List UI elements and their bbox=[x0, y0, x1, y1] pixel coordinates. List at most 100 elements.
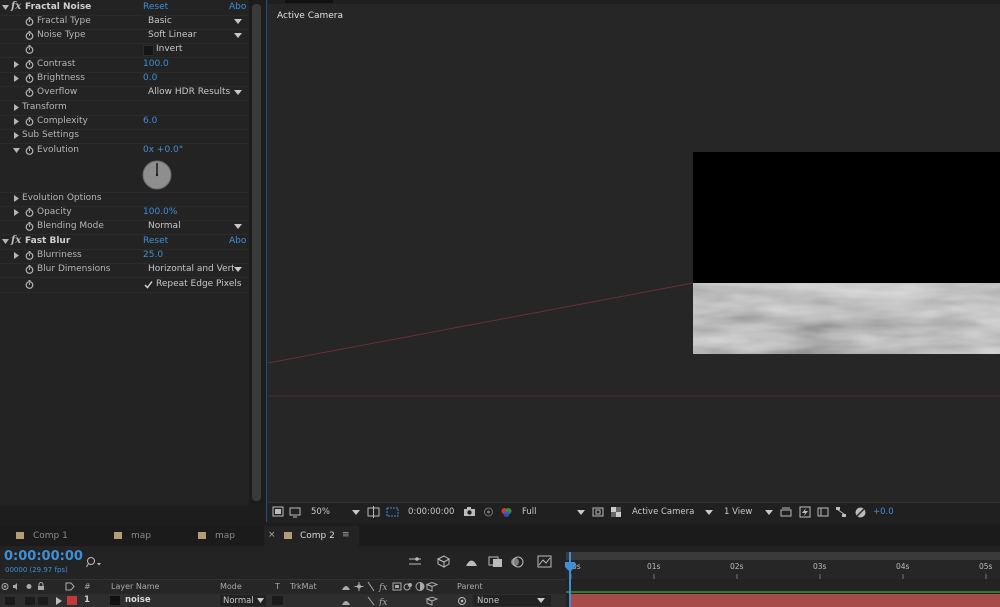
blur-dimensions-dropdown[interactable]: Horizontal and Vertical bbox=[143, 263, 245, 276]
tab-menu-icon[interactable]: ≡ bbox=[342, 530, 350, 540]
video-toggle[interactable] bbox=[5, 597, 15, 605]
timeline-icon[interactable] bbox=[817, 506, 829, 518]
stopwatch-icon[interactable] bbox=[25, 117, 34, 126]
always-preview-icon[interactable] bbox=[272, 506, 284, 518]
pick-whip-icon[interactable] bbox=[457, 596, 467, 606]
col-layer-name[interactable]: Layer Name bbox=[111, 582, 159, 591]
about-link[interactable]: Abo bbox=[229, 236, 246, 246]
stopwatch-icon[interactable] bbox=[25, 208, 34, 217]
safe-zones-icon[interactable] bbox=[367, 506, 380, 518]
effect-panel-scrollbar-thumb[interactable] bbox=[252, 4, 261, 501]
blurriness-value[interactable]: 25.0 bbox=[143, 250, 163, 260]
twirl-right-icon[interactable] bbox=[13, 195, 20, 202]
reset-link[interactable]: Reset bbox=[143, 236, 168, 246]
twirl-right-icon[interactable] bbox=[13, 61, 20, 68]
draft-3d-icon[interactable] bbox=[436, 554, 451, 569]
layer-duration-bar[interactable] bbox=[570, 594, 1000, 607]
close-tab-icon[interactable]: × bbox=[268, 530, 276, 540]
hide-shy-layers-icon[interactable] bbox=[464, 555, 479, 568]
comp-mini-flowchart-icon[interactable] bbox=[408, 555, 423, 568]
parent-dropdown[interactable]: None bbox=[473, 595, 551, 606]
snapshot-camera-icon[interactable] bbox=[463, 506, 476, 518]
stopwatch-icon[interactable] bbox=[25, 60, 34, 69]
tab-comp-1[interactable]: Comp 1 bbox=[0, 526, 96, 546]
camera-dropdown-icon[interactable] bbox=[705, 510, 713, 515]
reset-link[interactable]: Reset bbox=[143, 2, 168, 12]
graph-editor-icon[interactable] bbox=[537, 555, 552, 568]
contrast-value[interactable]: 100.0 bbox=[143, 59, 169, 69]
brightness-value[interactable]: 0.0 bbox=[143, 73, 157, 83]
layer-mode-dropdown[interactable]: Normal bbox=[220, 595, 266, 606]
overflow-dropdown[interactable]: Allow HDR Results bbox=[143, 86, 245, 99]
layer-switches-icons[interactable]: fx bbox=[341, 581, 441, 592]
twirl-down-icon[interactable] bbox=[13, 147, 20, 154]
preserve-transparency-toggle[interactable] bbox=[272, 596, 283, 605]
timeline-current-time[interactable]: 0:00:00:00 bbox=[4, 549, 83, 564]
frame-blending-icon[interactable] bbox=[488, 555, 503, 568]
twirl-right-icon[interactable] bbox=[13, 118, 20, 125]
stopwatch-icon[interactable] bbox=[25, 222, 34, 231]
zoom-dropdown-icon[interactable] bbox=[352, 510, 360, 515]
evolution-angle-dial[interactable] bbox=[142, 160, 172, 190]
prop-group-transform[interactable]: Transform bbox=[0, 101, 249, 116]
evolution-value[interactable]: 0x +0.0° bbox=[143, 145, 183, 155]
stopwatch-icon[interactable] bbox=[25, 146, 34, 155]
twirl-right-icon[interactable] bbox=[13, 252, 20, 259]
view-layout-value[interactable]: 1 View bbox=[724, 507, 752, 517]
view-layout-dropdown-icon[interactable] bbox=[765, 510, 773, 515]
prop-group-sub-settings[interactable]: Sub Settings bbox=[0, 129, 249, 144]
exposure-value[interactable]: +0.0 bbox=[873, 507, 894, 517]
viewer-timecode[interactable]: 0:00:00:00 bbox=[408, 507, 454, 517]
blending-mode-dropdown[interactable]: Normal bbox=[143, 220, 245, 233]
lock-toggle[interactable] bbox=[38, 597, 48, 605]
stopwatch-icon[interactable] bbox=[25, 265, 34, 274]
stopwatch-icon[interactable] bbox=[25, 251, 34, 260]
layer-twirl-right-icon[interactable] bbox=[55, 597, 63, 605]
stopwatch-icon[interactable] bbox=[25, 17, 34, 26]
work-area-bar[interactable] bbox=[566, 552, 1000, 560]
resolution-dropdown-icon[interactable] bbox=[577, 510, 585, 515]
solo-toggle[interactable] bbox=[25, 597, 35, 605]
stopwatch-icon[interactable] bbox=[25, 280, 34, 289]
stopwatch-icon[interactable] bbox=[25, 45, 34, 54]
about-link[interactable]: Abo bbox=[229, 2, 246, 12]
invert-checkbox[interactable] bbox=[143, 45, 154, 56]
effect-header-fractal-noise[interactable]: fx Fractal Noise Reset Abo bbox=[0, 1, 249, 16]
twirl-down-icon[interactable] bbox=[2, 4, 9, 11]
region-of-interest-icon[interactable] bbox=[592, 506, 604, 518]
resolution-value[interactable]: Full bbox=[522, 507, 537, 517]
layer-name[interactable]: noise bbox=[125, 595, 151, 605]
zoom-value[interactable]: 50% bbox=[311, 507, 330, 517]
stopwatch-icon[interactable] bbox=[25, 88, 34, 97]
toggle-pixel-aspect-icon[interactable] bbox=[780, 506, 792, 518]
motion-blur-icon[interactable] bbox=[510, 555, 524, 569]
current-time-indicator[interactable] bbox=[569, 552, 571, 607]
playhead-handle-icon[interactable] bbox=[565, 562, 575, 572]
noise-type-dropdown[interactable]: Soft Linear bbox=[143, 29, 245, 42]
av-features-icons[interactable] bbox=[1, 582, 47, 591]
channel-rgb-icon[interactable] bbox=[500, 506, 513, 518]
fast-previews-icon[interactable] bbox=[799, 506, 811, 518]
tab-comp-2[interactable]: × Comp 2 ≡ bbox=[264, 526, 359, 546]
prop-group-evolution-options[interactable]: Evolution Options bbox=[0, 192, 249, 207]
camera-view-value[interactable]: Active Camera bbox=[632, 507, 694, 517]
tab-map-1[interactable]: map bbox=[98, 526, 184, 546]
stopwatch-icon[interactable] bbox=[25, 31, 34, 40]
transparency-grid-icon[interactable] bbox=[610, 506, 622, 518]
flowchart-icon[interactable] bbox=[835, 506, 847, 518]
twirl-right-icon[interactable] bbox=[13, 209, 20, 216]
show-snapshot-icon[interactable] bbox=[482, 506, 495, 518]
tab-map-2[interactable]: map bbox=[182, 526, 264, 546]
search-icon[interactable] bbox=[86, 556, 102, 569]
monitor-icon[interactable] bbox=[289, 506, 301, 518]
repeat-edge-checkbox[interactable] bbox=[144, 280, 153, 289]
twirl-right-icon[interactable] bbox=[13, 132, 20, 139]
layer-switches[interactable]: fx bbox=[341, 596, 441, 606]
complexity-value[interactable]: 6.0 bbox=[143, 116, 157, 126]
reset-exposure-icon[interactable] bbox=[854, 506, 867, 519]
layer-label-color[interactable] bbox=[67, 596, 77, 605]
twirl-right-icon[interactable] bbox=[13, 75, 20, 82]
stopwatch-icon[interactable] bbox=[25, 74, 34, 83]
twirl-down-icon[interactable] bbox=[2, 238, 9, 245]
fractal-type-dropdown[interactable]: Basic bbox=[143, 15, 245, 28]
